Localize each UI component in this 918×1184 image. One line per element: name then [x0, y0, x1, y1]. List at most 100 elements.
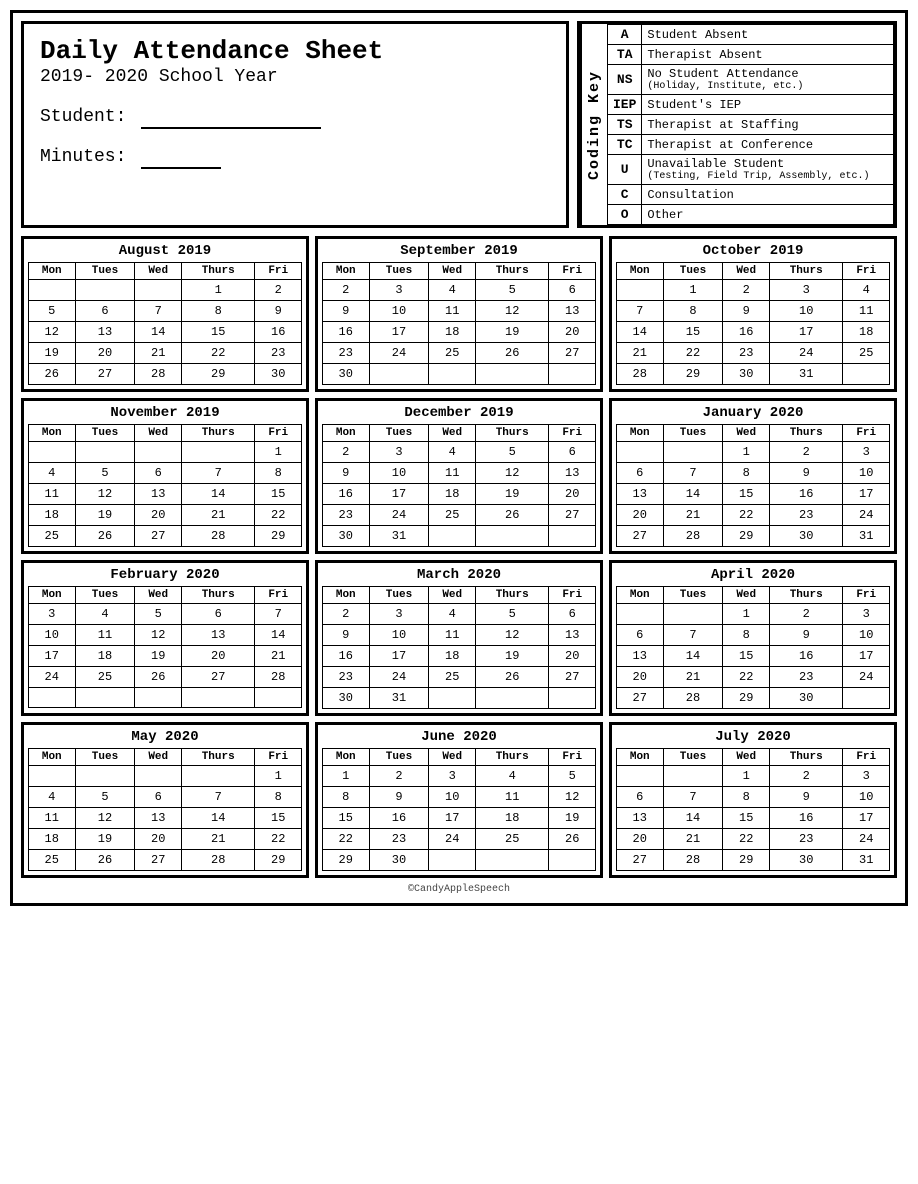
- calendar-day-cell: 24: [843, 667, 890, 688]
- calendar-day-cell: 19: [75, 829, 135, 850]
- calendar-day-cell: 10: [770, 301, 843, 322]
- calendar-table: MonTuesWedThursFri1234789101114151617182…: [616, 262, 890, 385]
- calendar-day-cell: 27: [549, 667, 596, 688]
- calendar-day-cell: 22: [255, 505, 302, 526]
- calendar-day-cell: 22: [723, 505, 770, 526]
- calendar-day-cell: 12: [476, 301, 549, 322]
- calendar-day-header: Thurs: [182, 587, 255, 604]
- calendar-day-header: Tues: [663, 425, 723, 442]
- calendar-day-cell: 17: [369, 646, 429, 667]
- calendar-title: April 2020: [616, 567, 890, 583]
- calendar-day-header: Mon: [617, 263, 664, 280]
- calendar-day-cell: 12: [476, 463, 549, 484]
- calendar-day-cell: [617, 766, 664, 787]
- calendar-day-cell: 7: [663, 463, 723, 484]
- calendar-day-cell: 6: [549, 604, 596, 625]
- calendar-title: September 2019: [322, 243, 596, 259]
- minutes-field: Minutes:: [40, 147, 550, 169]
- calendar-day-cell: 30: [723, 364, 770, 385]
- calendar-day-header: Tues: [663, 587, 723, 604]
- calendar-day-cell: 6: [617, 463, 664, 484]
- calendar-day-cell: 22: [723, 667, 770, 688]
- calendar-day-cell: 28: [182, 526, 255, 547]
- calendar-day-header: Tues: [369, 587, 429, 604]
- calendar-day-cell: 2: [770, 766, 843, 787]
- calendar-day-header: Mon: [617, 587, 664, 604]
- coding-key-code: TA: [608, 45, 642, 65]
- calendar-day-cell: 11: [29, 484, 76, 505]
- calendar-day-header: Thurs: [476, 749, 549, 766]
- calendar-day-cell: 29: [182, 364, 255, 385]
- calendar-day-cell: 16: [770, 646, 843, 667]
- calendar-day-cell: 30: [323, 688, 370, 709]
- calendar-day-header: Tues: [75, 263, 135, 280]
- calendar-block: October 2019MonTuesWedThursFri1234789101…: [609, 236, 897, 392]
- calendar-day-cell: 9: [770, 625, 843, 646]
- calendar-day-cell: [663, 442, 723, 463]
- calendar-day-header: Wed: [429, 425, 476, 442]
- calendar-day-cell: 8: [663, 301, 723, 322]
- calendar-day-header: Thurs: [182, 749, 255, 766]
- calendar-day-header: Thurs: [476, 263, 549, 280]
- calendar-day-cell: 13: [549, 625, 596, 646]
- calendar-day-cell: 1: [255, 766, 302, 787]
- calendar-day-cell: 7: [663, 787, 723, 808]
- calendar-day-cell: 19: [135, 646, 182, 667]
- calendar-day-cell: 13: [75, 322, 135, 343]
- calendar-day-cell: 6: [182, 604, 255, 625]
- calendar-day-cell: 4: [843, 280, 890, 301]
- calendar-day-cell: 24: [429, 829, 476, 850]
- calendar-day-cell: [663, 766, 723, 787]
- calendar-title: January 2020: [616, 405, 890, 421]
- calendar-day-cell: 27: [617, 526, 664, 547]
- calendar-day-cell: 23: [369, 829, 429, 850]
- calendar-day-cell: [75, 766, 135, 787]
- coding-key-label: Coding Key: [580, 24, 607, 225]
- calendar-day-cell: 25: [843, 343, 890, 364]
- calendar-day-cell: 29: [723, 688, 770, 709]
- calendar-day-cell: 31: [843, 526, 890, 547]
- calendar-day-cell: 18: [29, 829, 76, 850]
- calendar-day-cell: 9: [323, 625, 370, 646]
- calendar-day-cell: 20: [617, 667, 664, 688]
- calendar-day-header: Mon: [323, 749, 370, 766]
- calendar-day-cell: 14: [663, 808, 723, 829]
- calendar-title: May 2020: [28, 729, 302, 745]
- calendar-day-header: Fri: [255, 425, 302, 442]
- calendar-day-cell: 24: [369, 505, 429, 526]
- calendar-day-cell: 21: [663, 829, 723, 850]
- calendar-day-cell: 10: [843, 625, 890, 646]
- calendar-table: MonTuesWedThursFri2345691011121316171819…: [322, 424, 596, 547]
- coding-key-code: A: [608, 25, 642, 45]
- calendar-day-cell: 7: [182, 463, 255, 484]
- calendar-day-cell: 20: [135, 505, 182, 526]
- calendar-day-header: Thurs: [770, 587, 843, 604]
- calendar-day-cell: 11: [429, 301, 476, 322]
- school-year: 2019- 2020 School Year: [40, 67, 550, 87]
- calendar-day-cell: 16: [770, 484, 843, 505]
- calendar-day-cell: 26: [549, 829, 596, 850]
- calendar-day-cell: 15: [723, 646, 770, 667]
- calendar-day-header: Tues: [369, 749, 429, 766]
- calendar-day-header: Mon: [617, 749, 664, 766]
- calendar-day-cell: 10: [369, 463, 429, 484]
- calendar-day-cell: 12: [476, 625, 549, 646]
- calendar-day-cell: 15: [255, 484, 302, 505]
- calendar-day-cell: 7: [255, 604, 302, 625]
- calendar-day-cell: [617, 442, 664, 463]
- calendar-day-header: Mon: [617, 425, 664, 442]
- calendar-day-cell: 21: [663, 505, 723, 526]
- calendar-day-cell: 2: [255, 280, 302, 301]
- calendar-day-cell: 20: [549, 322, 596, 343]
- calendar-day-header: Thurs: [182, 263, 255, 280]
- calendar-day-header: Mon: [29, 587, 76, 604]
- calendar-day-cell: 7: [182, 787, 255, 808]
- calendar-table: MonTuesWedThursFri1236789101314151617202…: [616, 586, 890, 709]
- calendar-day-cell: 23: [770, 505, 843, 526]
- calendar-day-cell: [476, 688, 549, 709]
- calendar-day-cell: 25: [429, 343, 476, 364]
- calendar-day-cell: 17: [770, 322, 843, 343]
- calendars-grid: August 2019MonTuesWedThursFri12567891213…: [21, 236, 897, 878]
- calendar-day-header: Fri: [255, 587, 302, 604]
- calendar-day-cell: 1: [323, 766, 370, 787]
